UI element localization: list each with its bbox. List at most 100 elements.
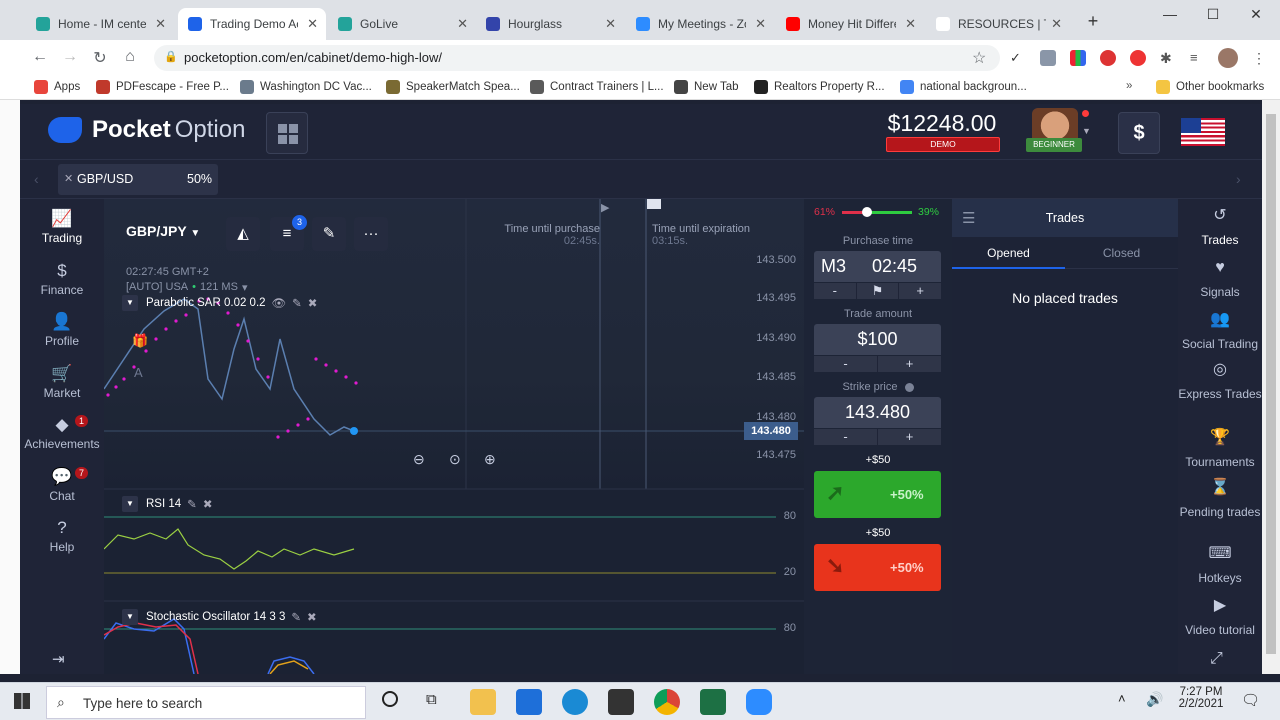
asset-tab[interactable]: ✕ GBP/USD 50% xyxy=(58,164,218,195)
browser-tab[interactable]: Money Hit Differe ✕ xyxy=(776,8,924,40)
collapse-icon[interactable]: ▼ xyxy=(122,295,138,311)
puzzle-icon[interactable]: ✱ xyxy=(1160,50,1176,66)
volume-icon[interactable]: 🔊 xyxy=(1146,691,1163,708)
excel-icon[interactable] xyxy=(700,689,726,715)
right-nav-express-trades[interactable]: ◎ Express Trades xyxy=(1178,362,1262,402)
new-tab-button[interactable]: + xyxy=(1083,11,1103,32)
check-extension-icon[interactable]: ✓ xyxy=(1010,50,1026,66)
extension-icon[interactable] xyxy=(1130,50,1146,66)
sidebar-item-market[interactable]: 🛒 Market xyxy=(20,364,104,400)
eye-icon[interactable]: 👁 xyxy=(272,296,287,310)
minimize-icon[interactable]: — xyxy=(1160,6,1180,22)
media-icon[interactable]: ≡ xyxy=(1190,50,1206,66)
chevron-down-icon[interactable]: ▼ xyxy=(1082,126,1091,136)
tab-opened[interactable]: Opened xyxy=(952,237,1065,269)
apps-grid-button[interactable] xyxy=(266,112,308,154)
file-explorer-icon[interactable] xyxy=(470,689,496,715)
collapse-icon[interactable]: ▼ xyxy=(122,496,138,512)
browser-tab[interactable]: Home - IM center ✕ xyxy=(26,8,174,40)
profile-avatar[interactable] xyxy=(1218,48,1238,68)
home-icon[interactable]: ⌂ xyxy=(120,48,140,66)
extension-icon[interactable] xyxy=(1040,50,1056,66)
close-window-icon[interactable]: ✕ xyxy=(1246,6,1266,23)
sidebar-item-achievements[interactable]: ◆ Achievements 1 xyxy=(20,415,104,451)
increase-strike-button[interactable]: + xyxy=(877,429,941,445)
more-options-button[interactable]: ··· xyxy=(354,217,388,251)
remove-icon[interactable]: ✖ xyxy=(308,296,318,310)
fullscreen-icon[interactable]: ⤢ xyxy=(1210,650,1223,668)
mail-icon[interactable] xyxy=(516,689,542,715)
remove-icon[interactable]: ✖ xyxy=(203,497,213,511)
close-tab-icon[interactable]: ✕ xyxy=(605,16,616,32)
right-nav-pending-trades[interactable]: ⌛ Pending trades xyxy=(1178,480,1262,520)
bookmark-item[interactable]: Realtors Property R... xyxy=(754,80,885,94)
trade-amount-field[interactable]: $100 xyxy=(814,324,941,355)
bookmark-item[interactable]: Apps xyxy=(34,80,80,94)
zoom-out-icon[interactable]: ⊖ xyxy=(413,451,425,468)
close-tab-icon[interactable]: ✕ xyxy=(755,16,766,32)
star-icon[interactable]: ☆ xyxy=(972,48,986,68)
menu-icon[interactable]: ⋮ xyxy=(1252,50,1268,66)
chart-type-button[interactable]: ◭ xyxy=(226,217,260,251)
store-icon[interactable] xyxy=(608,689,634,715)
bookmark-item[interactable]: New Tab xyxy=(674,80,739,94)
browser-tab[interactable]: Hourglass ✕ xyxy=(476,8,624,40)
right-nav-hotkeys[interactable]: ⌨ Hotkeys xyxy=(1178,546,1262,586)
task-view-icon[interactable]: ⧉ xyxy=(426,691,437,708)
drawing-tools-button[interactable]: ✎ xyxy=(312,217,346,251)
sidebar-item-chat[interactable]: 💬 Chat 7 xyxy=(20,466,104,503)
scroll-right-icon[interactable]: › xyxy=(1236,171,1241,187)
right-nav-tournaments[interactable]: 🏆 Tournaments xyxy=(1178,430,1262,470)
edge-icon[interactable] xyxy=(562,689,588,715)
remove-icon[interactable]: ✖ xyxy=(307,610,317,624)
bookmark-item[interactable]: Contract Trainers | L... xyxy=(530,80,664,94)
extension-icon[interactable] xyxy=(1070,50,1086,66)
taskbar-search[interactable]: ⌕ Type here to search xyxy=(46,686,366,719)
zoom-reset-icon[interactable]: ⊙ xyxy=(449,451,461,468)
browser-tab[interactable]: RESOURCES | Trac✕ xyxy=(926,8,1070,40)
bookmark-item[interactable]: national backgroun... xyxy=(900,80,1027,94)
chevron-right-icon[interactable]: » xyxy=(1126,80,1132,92)
sidebar-item-trading[interactable]: 📈 Trading xyxy=(20,209,104,245)
flag-icon[interactable]: ⚑ xyxy=(855,283,899,299)
browser-tab[interactable]: My Meetings - Zo ✕ xyxy=(626,8,774,40)
logo[interactable]: Pocket Option xyxy=(48,116,245,144)
gift-icon[interactable]: 🎁 xyxy=(132,333,148,349)
sidebar-item-profile[interactable]: 👤 Profile xyxy=(20,312,104,348)
text-tool-icon[interactable]: A xyxy=(134,365,143,380)
back-icon[interactable]: ← xyxy=(30,48,50,66)
clock[interactable]: 7:27 PM 2/2/2021 xyxy=(1172,686,1230,710)
right-nav-social-trading[interactable]: 👥 Social Trading xyxy=(1178,312,1262,352)
decrease-time-button[interactable]: - xyxy=(814,283,856,299)
increase-amount-button[interactable]: + xyxy=(877,356,941,372)
decrease-strike-button[interactable]: - xyxy=(814,429,877,445)
account-balance[interactable]: $12248.00 xyxy=(880,110,1004,137)
sidebar-item-help[interactable]: ? Help xyxy=(20,518,104,554)
right-nav-signals[interactable]: ♥ Signals xyxy=(1178,260,1262,300)
windows-start-icon[interactable] xyxy=(14,693,30,709)
zoom-icon[interactable] xyxy=(746,689,772,715)
right-nav-video-tutorial[interactable]: ▶ Video tutorial xyxy=(1178,598,1262,638)
put-button[interactable]: ➘ +50% xyxy=(814,544,941,591)
chart-pair-selector[interactable]: GBP/JPY ▼ xyxy=(126,223,200,239)
maximize-icon[interactable]: ☐ xyxy=(1203,6,1223,23)
chart-area[interactable]: GBP/JPY ▼ ◭ ≡ 3 ✎ ··· 02:27:45 GMT+2 [AU… xyxy=(104,199,804,674)
right-nav-trades[interactable]: ↺ Trades xyxy=(1178,208,1262,248)
pencil-icon[interactable]: ✎ xyxy=(291,610,301,624)
url-bar[interactable]: 🔒 pocketoption.com/en/cabinet/demo-high-… xyxy=(154,45,1000,71)
browser-tab[interactable]: GoLive ✕ xyxy=(328,8,476,40)
close-tab-icon[interactable]: ✕ xyxy=(155,16,166,32)
zoom-in-icon[interactable]: ⊕ xyxy=(484,451,496,468)
chevron-up-icon[interactable]: ˄ xyxy=(1118,691,1126,706)
purchase-time-field[interactable]: M3 02:45 xyxy=(814,251,941,282)
close-tab-icon[interactable]: ✕ xyxy=(307,16,318,32)
reload-icon[interactable]: ↻ xyxy=(90,48,110,68)
close-tab-icon[interactable]: ✕ xyxy=(1051,16,1062,32)
other-bookmarks[interactable]: Other bookmarks xyxy=(1156,80,1264,94)
scroll-left-icon[interactable]: ‹ xyxy=(34,171,39,187)
chevron-down-icon[interactable]: ▾ xyxy=(242,281,248,294)
close-icon[interactable]: ✕ xyxy=(64,172,73,185)
account-type-badge[interactable]: DEMO xyxy=(886,137,1000,152)
close-tab-icon[interactable]: ✕ xyxy=(905,16,916,32)
pencil-icon[interactable]: ✎ xyxy=(187,497,197,511)
